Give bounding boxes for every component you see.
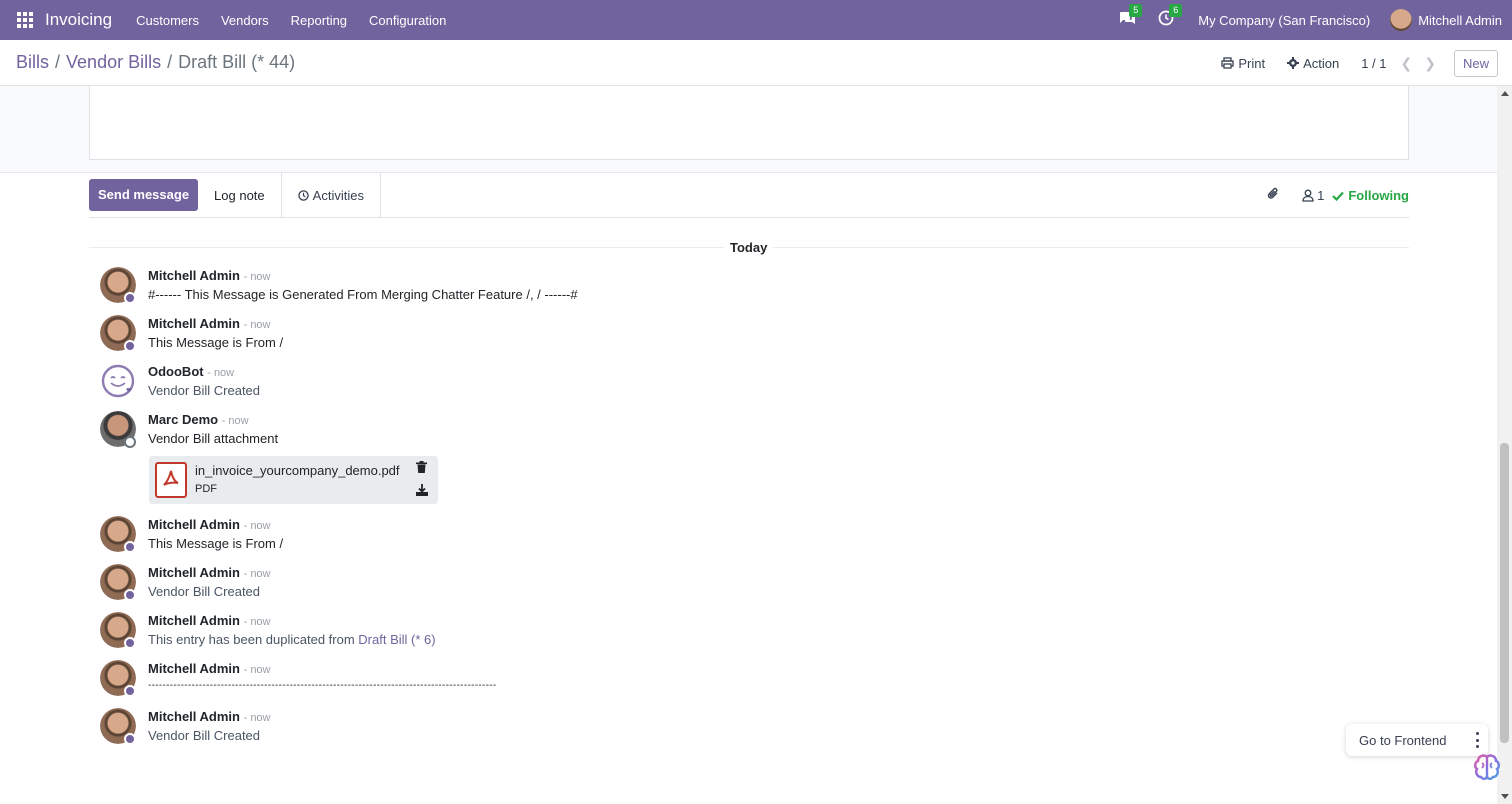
message-author[interactable]: Mitchell Admin	[148, 517, 240, 532]
online-status-icon	[124, 589, 136, 601]
user-menu[interactable]: Mitchell Admin	[1418, 13, 1502, 28]
ai-brain-icon[interactable]	[1471, 752, 1503, 784]
away-status-icon	[124, 436, 136, 448]
message-body: ----------------------------------------…	[148, 680, 497, 691]
message-body: This entry has been duplicated from Draf…	[148, 632, 436, 647]
attachment-card[interactable]: in_invoice_yourcompany_demo.pdf PDF	[149, 456, 438, 504]
pdf-icon	[155, 462, 187, 498]
log-note-button[interactable]: Log note	[198, 172, 282, 218]
activities-label: Activities	[312, 187, 364, 203]
activities-count-badge: 6	[1169, 4, 1183, 17]
print-button[interactable]: Print	[1221, 56, 1265, 71]
menu-vendors[interactable]: Vendors	[221, 13, 269, 28]
message-date: - now	[243, 568, 271, 580]
message-author[interactable]: Marc Demo	[148, 412, 218, 427]
messages-systray[interactable]: 5	[1118, 4, 1143, 30]
odoobot-avatar-icon[interactable]	[100, 363, 136, 399]
message-author[interactable]: Mitchell Admin	[148, 613, 240, 628]
new-button[interactable]: New	[1453, 49, 1498, 77]
message-body: Vendor Bill attachment	[148, 431, 279, 446]
breadcrumb-current: Draft Bill (* 44)	[178, 52, 296, 72]
top-navbar: Invoicing Customers Vendors Reporting Co…	[0, 0, 1512, 40]
app-title[interactable]: Invoicing	[45, 10, 112, 30]
breadcrumb: Bills / Vendor Bills / Draft Bill (* 44)	[16, 52, 295, 73]
message-author[interactable]: OdooBot	[148, 364, 204, 379]
paperclip-icon[interactable]	[1266, 186, 1280, 205]
message-author[interactable]: Mitchell Admin	[148, 565, 240, 580]
online-status-icon	[124, 637, 136, 649]
message-body: #------ This Message is Generated From M…	[148, 287, 578, 302]
chatter-topbar: Send message Log note Activities 1 Follo…	[89, 172, 1409, 218]
menu-reporting[interactable]: Reporting	[291, 13, 347, 28]
attachment-name[interactable]: in_invoice_yourcompany_demo.pdf	[195, 463, 400, 478]
message-date: - now	[243, 712, 271, 724]
check-icon	[1332, 191, 1345, 201]
gear-icon	[1287, 57, 1300, 69]
message-body: Vendor Bill Created	[148, 383, 261, 398]
breadcrumb-separator: /	[55, 52, 61, 72]
scroll-down-icon[interactable]	[1501, 794, 1509, 799]
message-date: - now	[243, 319, 271, 331]
message-body: Vendor Bill Created	[148, 584, 261, 599]
download-icon[interactable]	[416, 484, 428, 496]
message-date: - now	[243, 271, 271, 283]
online-status-icon	[124, 340, 136, 352]
message-body: This Message is From /	[148, 536, 284, 551]
print-icon	[1221, 57, 1234, 69]
print-label: Print	[1238, 55, 1266, 71]
action-label: Action	[1303, 55, 1340, 71]
date-separator-label: Today	[724, 240, 774, 255]
send-message-button[interactable]: Send message	[89, 179, 199, 211]
message-author[interactable]: Mitchell Admin	[148, 661, 240, 676]
followers-button[interactable]: 1	[1302, 188, 1324, 203]
message-date: - now	[243, 520, 271, 532]
clock-icon	[297, 189, 309, 201]
message-date: - now	[243, 664, 271, 676]
breadcrumb-bills[interactable]: Bills	[16, 52, 49, 73]
online-status-icon	[124, 733, 136, 745]
message-body: This Message is From /	[148, 335, 284, 350]
message-date: - now	[243, 616, 271, 628]
more-vertical-icon[interactable]	[1475, 732, 1479, 748]
activities-button[interactable]: Activities	[282, 172, 381, 218]
breadcrumb-vendor-bills[interactable]: Vendor Bills	[66, 52, 161, 73]
online-status-icon	[124, 685, 136, 697]
user-icon	[1302, 189, 1314, 202]
activities-systray[interactable]: 6	[1158, 4, 1183, 30]
message-body: Vendor Bill Created	[148, 728, 261, 743]
online-status-icon	[124, 292, 136, 304]
scrollbar-thumb[interactable]	[1500, 443, 1509, 743]
message-date: - now	[207, 367, 235, 379]
online-status-icon	[124, 541, 136, 553]
message-author[interactable]: Mitchell Admin	[148, 316, 240, 331]
menu-configuration[interactable]: Configuration	[369, 13, 446, 28]
pager-value[interactable]: 1 / 1	[1361, 56, 1386, 71]
message-text: This entry has been duplicated from	[148, 632, 359, 647]
control-panel: Bills / Vendor Bills / Draft Bill (* 44)…	[0, 40, 1512, 86]
action-button[interactable]: Action	[1287, 56, 1339, 71]
following-button[interactable]: Following	[1332, 188, 1409, 203]
breadcrumb-separator: /	[167, 52, 173, 72]
pager-next-icon[interactable]: ❯	[1424, 55, 1436, 72]
user-avatar[interactable]	[1390, 9, 1413, 31]
form-sheet	[89, 86, 1409, 160]
message-author[interactable]: Mitchell Admin	[148, 709, 240, 724]
trash-icon[interactable]	[416, 461, 427, 473]
apps-menu-icon[interactable]	[17, 12, 33, 28]
following-label: Following	[1348, 188, 1409, 203]
frontend-widget: Go to Frontend	[1346, 724, 1488, 756]
pager-previous-icon[interactable]: ❮	[1401, 55, 1413, 72]
message-date: - now	[221, 415, 249, 427]
menu-customers[interactable]: Customers	[136, 13, 199, 28]
go-to-frontend-button[interactable]: Go to Frontend	[1359, 733, 1446, 748]
record-link[interactable]: Draft Bill (* 6)	[358, 632, 435, 647]
company-switcher[interactable]: My Company (San Francisco)	[1198, 13, 1370, 28]
message-author[interactable]: Mitchell Admin	[148, 268, 240, 283]
scroll-up-icon[interactable]	[1501, 91, 1509, 96]
messages-count-badge: 5	[1129, 4, 1143, 17]
attachment-type: PDF	[195, 483, 217, 495]
followers-count: 1	[1317, 188, 1325, 203]
page-scrollbar[interactable]	[1497, 86, 1512, 804]
